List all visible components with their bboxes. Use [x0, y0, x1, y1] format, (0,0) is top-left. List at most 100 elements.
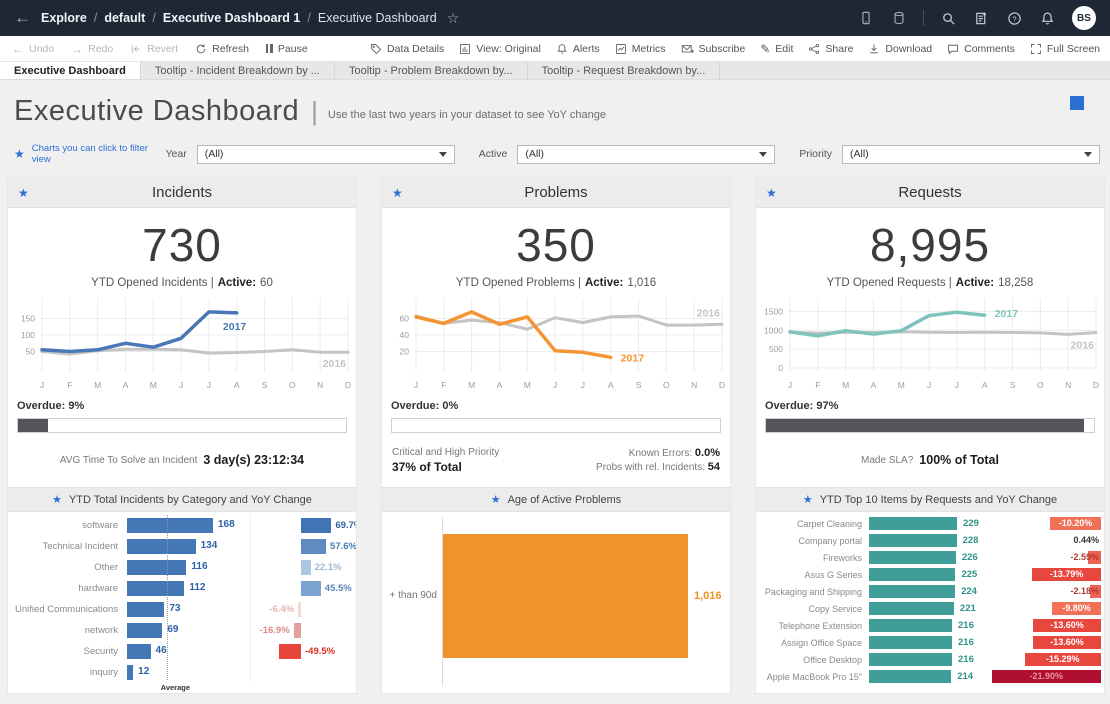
item-row[interactable]: Office Desktop216-15.29%: [756, 651, 1104, 668]
yoy-bar[interactable]: [279, 644, 301, 659]
incidents-trend-chart[interactable]: JFMAMJJASOND5010015020162017: [8, 294, 356, 396]
undo-button[interactable]: ← Undo: [12, 43, 54, 55]
user-avatar[interactable]: BS: [1072, 6, 1096, 30]
item-row[interactable]: Asus G Series225-13.79%: [756, 566, 1104, 583]
filter-active-select[interactable]: (All): [517, 145, 775, 164]
request-bar[interactable]: [869, 517, 957, 530]
item-row[interactable]: Fireworks226-2.59%: [756, 549, 1104, 566]
share-button[interactable]: Share: [808, 43, 853, 55]
yoy-bar[interactable]: [294, 623, 301, 638]
svg-text:500: 500: [769, 344, 783, 354]
data-details-button[interactable]: Data Details: [370, 43, 444, 55]
count-bar[interactable]: [127, 581, 184, 596]
request-bar[interactable]: [869, 602, 954, 615]
request-bar[interactable]: [869, 619, 952, 632]
search-icon[interactable]: [940, 10, 957, 27]
request-bar[interactable]: [869, 636, 952, 649]
category-row[interactable]: software16869.7%: [8, 515, 356, 536]
count-bar[interactable]: [127, 539, 196, 554]
count-value: 168: [218, 519, 235, 530]
category-row[interactable]: inquiry12: [8, 662, 356, 683]
alerts-button[interactable]: Alerts: [556, 43, 600, 55]
refresh-button[interactable]: Refresh: [195, 43, 249, 55]
pause-button[interactable]: Pause: [266, 43, 308, 55]
item-row[interactable]: Packaging and Shipping224-2.18%: [756, 583, 1104, 600]
back-icon[interactable]: ←: [14, 8, 31, 28]
breadcrumb-workbook[interactable]: Executive Dashboard 1: [163, 11, 301, 25]
help-icon[interactable]: ?: [1006, 10, 1023, 27]
redo-button[interactable]: → Redo: [71, 43, 113, 55]
request-bar[interactable]: [869, 670, 951, 683]
category-row[interactable]: network69-16.9%: [8, 620, 356, 641]
item-row[interactable]: Company portal2280.44%: [756, 532, 1104, 549]
yoy-zone: -13.79%: [991, 566, 1103, 583]
age-bar[interactable]: [443, 534, 688, 658]
category-row[interactable]: hardware11245.5%: [8, 578, 356, 599]
item-row[interactable]: Assign Office Space216-13.60%: [756, 634, 1104, 651]
request-bar-zone: 224: [869, 583, 991, 600]
item-row[interactable]: Apple MacBook Pro 15"214-21.90%: [756, 668, 1104, 685]
yoy-bar[interactable]: [301, 560, 311, 575]
category-row[interactable]: Other11622.1%: [8, 557, 356, 578]
problems-trend-chart[interactable]: JFMAMJJASOND20406020162017: [382, 294, 730, 396]
count-bar[interactable]: [127, 665, 133, 680]
category-row[interactable]: Technical Incident13457.6%: [8, 536, 356, 557]
category-row[interactable]: Unified Communications73-6.4%: [8, 599, 356, 620]
subscribe-button[interactable]: Subscribe: [681, 43, 746, 55]
tab-tooltip-problem[interactable]: Tooltip - Problem Breakdown by...: [335, 62, 528, 79]
yoy-bar[interactable]: [301, 581, 321, 596]
yoy-bar[interactable]: [301, 539, 326, 554]
edit-button[interactable]: ✎ Edit: [760, 43, 793, 55]
request-bar[interactable]: [869, 534, 957, 547]
item-row[interactable]: Carpet Cleaning229-10.20%: [756, 515, 1104, 532]
favorite-star-icon[interactable]: ☆: [447, 10, 460, 27]
count-bar[interactable]: [127, 644, 151, 659]
filter-year-label: Year: [166, 148, 187, 160]
incidents-category-chart[interactable]: software16869.7%Technical Incident13457.…: [8, 512, 356, 693]
request-bar[interactable]: [869, 568, 955, 581]
requests-kpi-caption: YTD Opened Requests | Active: 18,258: [756, 272, 1104, 294]
tab-executive-dashboard[interactable]: Executive Dashboard: [0, 62, 141, 79]
svg-text:2016: 2016: [323, 358, 347, 370]
requests-trend-chart[interactable]: JFMAMJJASOND05001000150020162017: [756, 294, 1104, 396]
requests-top10-chart[interactable]: Carpet Cleaning229-10.20%Company portal2…: [756, 512, 1104, 693]
tab-tooltip-request[interactable]: Tooltip - Request Breakdown by...: [528, 62, 721, 79]
request-bar[interactable]: [869, 585, 955, 598]
yoy-bar[interactable]: [298, 602, 301, 617]
item-row[interactable]: Telephone Extension216-13.60%: [756, 617, 1104, 634]
comments-button[interactable]: Comments: [947, 43, 1015, 55]
incidents-section-header: ★ YTD Total Incidents by Category and Yo…: [8, 487, 356, 512]
notifications-bell-icon[interactable]: [1039, 10, 1056, 27]
problems-kpi-value: 350: [382, 208, 730, 272]
filter-year-select[interactable]: (All): [197, 145, 455, 164]
count-bar[interactable]: [127, 560, 186, 575]
count-bar[interactable]: [127, 602, 164, 617]
request-bar[interactable]: [869, 551, 956, 564]
filter-priority-select[interactable]: (All): [842, 145, 1100, 164]
full-screen-button[interactable]: Full Screen: [1030, 43, 1100, 55]
problems-age-chart[interactable]: + than 90d1,016: [382, 512, 730, 693]
request-bar[interactable]: [869, 653, 952, 666]
yoy-zone: -6.4%: [250, 599, 356, 620]
breadcrumb-project[interactable]: default: [104, 11, 145, 25]
count-bar[interactable]: [127, 518, 213, 533]
tab-tooltip-incident[interactable]: Tooltip - Incident Breakdown by ...: [141, 62, 335, 79]
request-access-icon[interactable]: [973, 10, 990, 27]
svg-text:N: N: [317, 380, 323, 390]
count-bar-zone: 69: [125, 620, 250, 641]
yoy-bar[interactable]: [301, 518, 331, 533]
revert-button[interactable]: Revert: [130, 43, 178, 55]
view-original-button[interactable]: View: Original: [459, 43, 541, 55]
count-bar[interactable]: [127, 623, 162, 638]
metrics-button[interactable]: Metrics: [615, 43, 666, 55]
download-button[interactable]: Download: [868, 43, 932, 55]
filter-active-label: Active: [479, 148, 508, 160]
requests-header: ★ Requests: [756, 178, 1104, 208]
data-source-icon[interactable]: [890, 10, 907, 27]
category-row[interactable]: Security46-49.5%: [8, 641, 356, 662]
title-divider: |: [311, 96, 318, 127]
device-preview-icon[interactable]: [857, 10, 874, 27]
breadcrumb-explore[interactable]: Explore: [41, 11, 87, 25]
count-bar-zone: 12: [125, 662, 250, 683]
item-row[interactable]: Copy Service221-9.80%: [756, 600, 1104, 617]
